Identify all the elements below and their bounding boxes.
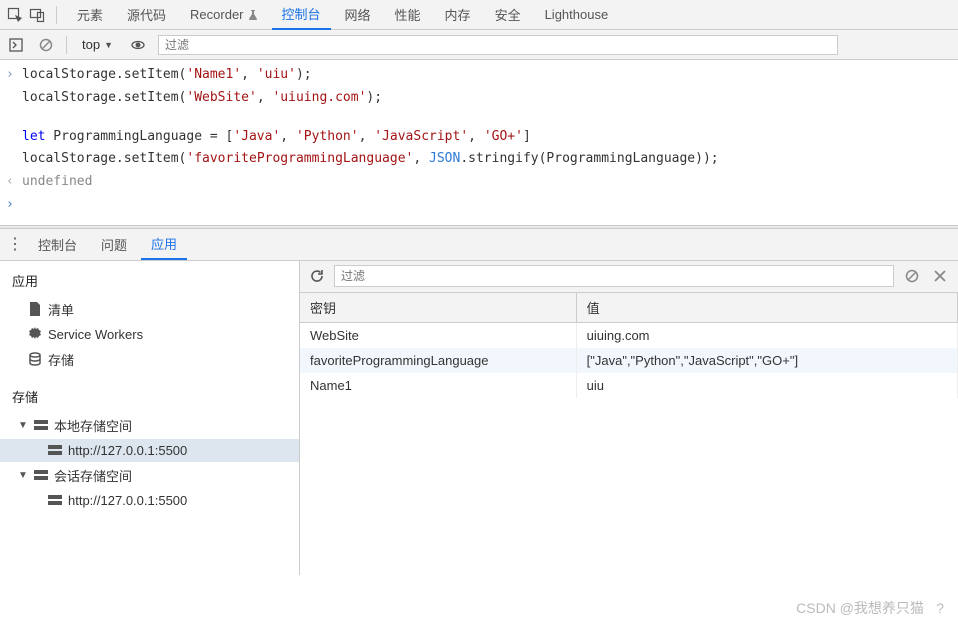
sidebar-item-label: http://127.0.0.1:5500 xyxy=(68,443,187,458)
console-input-line: localStorage.setItem('WebSite', 'uiuing.… xyxy=(0,87,958,110)
disclosure-triangle-icon: ▼ xyxy=(18,420,28,431)
cell-value[interactable]: uiuing.com xyxy=(576,322,957,348)
drawer-tabs: ⋮ 控制台 问题 应用 xyxy=(0,229,958,261)
inspect-icon[interactable] xyxy=(6,6,24,24)
separator xyxy=(56,6,57,24)
application-panel: 应用 清单 Service Workers 存储 存储 ▼ 本地存储空间 htt… xyxy=(0,261,958,575)
tab-console[interactable]: 控制台 xyxy=(272,0,331,30)
console-output: › localStorage.setItem('Name1', 'uiu'); … xyxy=(0,60,958,225)
devtools-top-tabs: 元素 源代码 Recorder 控制台 网络 性能 内存 安全 Lighthou… xyxy=(0,0,958,30)
storage-icon xyxy=(48,495,62,505)
sidebar-item-label: Service Workers xyxy=(48,327,143,342)
tab-elements[interactable]: 元素 xyxy=(67,0,113,30)
prompt-indicator-icon: › xyxy=(6,65,22,86)
console-input-line: › localStorage.setItem('Name1', 'uiu'); xyxy=(0,64,958,87)
tab-memory[interactable]: 内存 xyxy=(435,0,481,30)
cell-key[interactable]: Name1 xyxy=(300,373,576,398)
cell-key[interactable]: WebSite xyxy=(300,322,576,348)
console-result-line: ‹ undefined xyxy=(0,171,958,194)
prompt-indicator-icon: › xyxy=(6,195,22,216)
sidebar-item-label: 清单 xyxy=(48,300,74,319)
console-sidebar-toggle-icon[interactable] xyxy=(6,35,26,55)
console-input-line: localStorage.setItem('favoriteProgrammin… xyxy=(0,148,958,171)
cell-key[interactable]: favoriteProgrammingLanguage xyxy=(300,348,576,373)
gear-icon xyxy=(28,327,42,341)
delete-selected-icon[interactable] xyxy=(930,266,950,286)
tab-network[interactable]: 网络 xyxy=(335,0,381,30)
sidebar-item-session-storage[interactable]: ▼ 会话存储空间 xyxy=(0,462,299,489)
console-input-line: let ProgrammingLanguage = ['Java', 'Pyth… xyxy=(0,126,958,149)
drawer-tab-issues[interactable]: 问题 xyxy=(91,228,137,260)
console-filter-input[interactable] xyxy=(158,35,838,55)
result-indicator-icon: ‹ xyxy=(6,172,22,193)
cell-value[interactable]: uiu xyxy=(576,373,957,398)
sidebar-item-label: 存储 xyxy=(48,350,74,369)
tab-performance[interactable]: 性能 xyxy=(385,0,431,30)
tab-sources[interactable]: 源代码 xyxy=(117,0,176,30)
device-toggle-icon[interactable] xyxy=(28,6,46,24)
sidebar-item-storage[interactable]: 存储 xyxy=(0,346,299,373)
file-icon xyxy=(28,302,42,316)
col-header-value[interactable]: 值 xyxy=(576,293,957,323)
watermark: CSDN @我想养只猫 ? xyxy=(796,598,944,618)
console-prompt[interactable]: › xyxy=(0,194,958,217)
tab-recorder[interactable]: Recorder xyxy=(180,0,267,30)
clear-all-icon[interactable] xyxy=(902,266,922,286)
storage-icon xyxy=(34,470,48,480)
table-row[interactable]: WebSiteuiuing.com xyxy=(300,322,958,348)
disclosure-triangle-icon: ▼ xyxy=(18,470,28,481)
console-filter-bar: top ▼ xyxy=(0,30,958,60)
col-header-key[interactable]: 密钥 xyxy=(300,293,576,323)
drawer-tab-console[interactable]: 控制台 xyxy=(28,228,87,260)
storage-main: 密钥 值 WebSiteuiuing.com favoriteProgrammi… xyxy=(300,261,958,575)
storage-toolbar xyxy=(300,261,958,293)
context-label: top xyxy=(82,37,100,52)
clear-console-icon[interactable] xyxy=(36,35,56,55)
more-icon[interactable]: ⋮ xyxy=(6,234,24,254)
separator xyxy=(66,36,67,54)
sidebar-item-local-storage[interactable]: ▼ 本地存储空间 xyxy=(0,412,299,439)
tab-recorder-label: Recorder xyxy=(190,7,243,22)
storage-filter-input[interactable] xyxy=(334,265,894,287)
sidebar-item-session-storage-origin[interactable]: http://127.0.0.1:5500 xyxy=(0,489,299,512)
sidebar-section-storage: 存储 xyxy=(0,373,299,412)
table-row[interactable]: favoriteProgrammingLanguage["Java","Pyth… xyxy=(300,348,958,373)
database-icon xyxy=(28,352,42,366)
sidebar-item-local-storage-origin[interactable]: http://127.0.0.1:5500 xyxy=(0,439,299,462)
sidebar-item-manifest[interactable]: 清单 xyxy=(0,296,299,323)
table-row[interactable]: Name1uiu xyxy=(300,373,958,398)
refresh-icon[interactable] xyxy=(308,267,326,285)
sidebar-item-service-workers[interactable]: Service Workers xyxy=(0,323,299,346)
storage-icon xyxy=(48,445,62,455)
context-selector[interactable]: top ▼ xyxy=(77,36,118,53)
tab-lighthouse[interactable]: Lighthouse xyxy=(535,0,619,30)
storage-table[interactable]: 密钥 值 WebSiteuiuing.com favoriteProgrammi… xyxy=(300,293,958,398)
application-sidebar: 应用 清单 Service Workers 存储 存储 ▼ 本地存储空间 htt… xyxy=(0,261,300,575)
cell-value[interactable]: ["Java","Python","JavaScript","GO+"] xyxy=(576,348,957,373)
drawer-tab-application[interactable]: 应用 xyxy=(141,228,187,260)
sidebar-item-label: 会话存储空间 xyxy=(54,466,132,485)
flask-icon xyxy=(248,10,258,20)
sidebar-item-label: http://127.0.0.1:5500 xyxy=(68,493,187,508)
live-expression-icon[interactable] xyxy=(128,35,148,55)
storage-icon xyxy=(34,420,48,430)
sidebar-section-app: 应用 xyxy=(0,261,299,296)
sidebar-item-label: 本地存储空间 xyxy=(54,416,132,435)
chevron-down-icon: ▼ xyxy=(104,40,113,50)
tab-security[interactable]: 安全 xyxy=(485,0,531,30)
